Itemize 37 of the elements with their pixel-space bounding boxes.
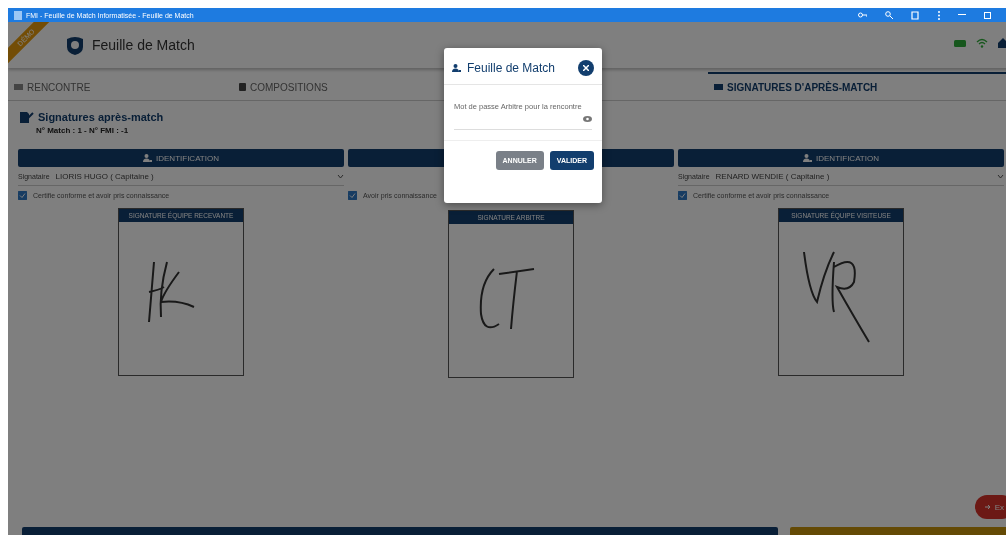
users-icon — [803, 154, 812, 162]
restore-icon[interactable] — [984, 11, 992, 19]
checkbox[interactable] — [678, 191, 687, 200]
checkbox[interactable] — [348, 191, 357, 200]
signature-drawing — [148, 261, 195, 323]
eye-icon[interactable] — [583, 116, 592, 123]
exit-icon — [984, 504, 992, 510]
tab[interactable]: COMPOSITIONS — [233, 72, 708, 100]
app-title: Feuille de Match — [92, 37, 195, 53]
users-icon — [452, 64, 461, 72]
close-icon — [583, 65, 589, 71]
signature-icon — [20, 111, 34, 123]
card-icon — [14, 84, 23, 90]
tab[interactable]: SIGNATURES D'APRÈS-MATCH — [708, 72, 1006, 100]
identification-button[interactable]: IDENTIFICATION — [678, 149, 1004, 167]
battery-icon — [954, 39, 966, 47]
clipboard-icon — [239, 83, 246, 91]
chevron-icon — [337, 173, 344, 179]
chevron-icon — [997, 173, 1004, 179]
card-icon — [714, 84, 723, 90]
match-number: N° Match : 1 - N° FMI : -1 — [36, 126, 130, 135]
crest-icon — [66, 35, 84, 55]
search-icon[interactable] — [885, 11, 893, 19]
checkbox[interactable] — [18, 191, 27, 200]
dialog-title: Feuille de Match — [467, 61, 557, 75]
wifi-icon — [976, 38, 988, 48]
minimize-icon[interactable] — [958, 14, 966, 16]
identification-button[interactable]: IDENTIFICATION — [18, 149, 344, 167]
exit-button[interactable]: Ex — [974, 495, 1006, 519]
tab[interactable]: RENCONTRE — [8, 72, 233, 100]
home-icon[interactable] — [998, 38, 1006, 48]
key-icon[interactable] — [858, 12, 867, 18]
signature-drawing — [479, 268, 535, 330]
close-button[interactable] — [578, 60, 594, 76]
app-icon — [14, 10, 22, 20]
page-title: Signatures après-match — [38, 111, 164, 123]
users-icon — [143, 154, 152, 162]
